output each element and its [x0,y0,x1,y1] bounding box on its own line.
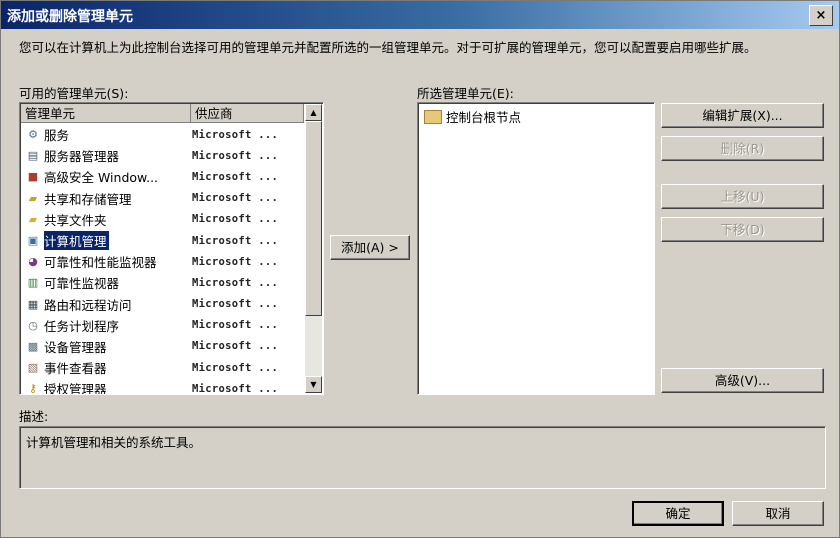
shared-folder-icon: ▰ [28,191,38,205]
column-header-vendor[interactable]: 供应商 [191,104,304,123]
snapin-name: 共享文件夹 [44,212,107,228]
description-label: 描述: [19,409,49,424]
scroll-thumb[interactable] [305,121,322,316]
list-item[interactable]: ▦ 路由和远程访问 Microsoft ... [21,294,304,315]
snapin-name: 服务 [44,128,70,144]
snapin-name: 任务计划程序 [44,318,120,334]
list-header: 管理单元 供应商 [21,104,304,123]
scroll-down-button[interactable]: ▼ [305,376,322,393]
snapin-vendor: Microsoft ... [192,319,279,332]
list-item[interactable]: ▰ 共享和存储管理 Microsoft ... [21,188,304,209]
key-icon: ⚷ [28,382,38,395]
title-bar[interactable]: 添加或删除管理单元 × [1,1,839,29]
gear-icon: ⚙ [28,128,38,142]
description-box: 计算机管理和相关的系统工具。 [19,426,826,489]
snapin-name: 事件查看器 [44,361,107,377]
server-icon: ▤ [27,149,39,163]
snapin-vendor: Microsoft ... [192,361,279,374]
list-item[interactable]: ▥ 可靠性监视器 Microsoft ... [21,272,304,293]
snapin-vendor: Microsoft ... [192,340,279,353]
advanced-button[interactable]: 高级(V)... [661,368,824,393]
snapin-name: 授权管理器 [44,382,107,395]
snapin-vendor: Microsoft ... [192,255,279,268]
computer-management-icon: ▣ [27,234,39,248]
description-text: 计算机管理和相关的系统工具。 [26,435,202,450]
clock-icon: ◷ [28,318,38,332]
snapin-vendor: Microsoft ... [192,149,279,162]
snapin-name: 可靠性和性能监视器 [44,255,157,271]
snapin-vendor: Microsoft ... [192,382,279,395]
list-item[interactable]: ▩ 设备管理器 Microsoft ... [21,336,304,357]
list-item-label: 控制台根节点 [446,110,522,125]
available-snapins-list[interactable]: 管理单元 供应商 ⚙ 服务 Microsoft ... ▤ 服务器管理器 Microsof… [19,102,324,395]
remove-button[interactable]: 删除(R) [661,136,824,161]
folder-share-icon: ▰ [28,212,38,226]
available-rows: ⚙ 服务 Microsoft ... ▤ 服务器管理器 Microsoft ... ■ 高级安… [21,124,304,395]
snapin-vendor: Microsoft ... [192,170,279,183]
list-item[interactable]: ▣ 计算机管理 Microsoft ... [21,230,304,251]
move-down-button[interactable]: 下移(D) [661,217,824,242]
add-button[interactable]: 添加(A) > [330,235,410,260]
list-item[interactable]: ▧ 事件查看器 Microsoft ... [21,357,304,378]
snapin-name: 可靠性监视器 [44,276,120,292]
cancel-button[interactable]: 取消 [732,501,824,526]
snapin-name: 共享和存储管理 [44,191,132,207]
snapin-vendor: Microsoft ... [192,234,279,247]
list-item-console-root[interactable]: 控制台根节点 [424,107,521,126]
snapin-name: 计算机管理 [44,231,109,251]
ok-button[interactable]: 确定 [632,501,724,526]
list-item[interactable]: ⚷ 授权管理器 Microsoft ... [21,378,304,395]
scroll-up-button[interactable]: ▲ [305,104,322,121]
firewall-icon: ■ [27,170,39,184]
snapin-name: 路由和远程访问 [44,297,132,313]
intro-text: 您可以在计算机上为此控制台选择可用的管理单元并配置所选的一组管理单元。对于可扩展… [19,40,757,55]
window-title: 添加或删除管理单元 [7,9,133,25]
add-remove-snapins-dialog: 添加或删除管理单元 × 您可以在计算机上为此控制台选择可用的管理单元并配置所选的… [0,0,840,538]
snapin-vendor: Microsoft ... [192,298,279,311]
network-icon: ▦ [27,297,39,311]
event-log-icon: ▧ [27,361,39,375]
list-item[interactable]: ◷ 任务计划程序 Microsoft ... [21,315,304,336]
move-up-button[interactable]: 上移(U) [661,184,824,209]
chart-icon: ▥ [27,276,39,290]
folder-icon [424,109,442,124]
device-icon: ▩ [27,339,39,353]
snapin-name: 服务器管理器 [44,149,120,165]
snapin-vendor: Microsoft ... [192,213,279,226]
list-item[interactable]: ⚙ 服务 Microsoft ... [21,124,304,145]
available-snapins-label: 可用的管理单元(S): [19,86,129,101]
snapin-vendor: Microsoft ... [192,128,279,141]
monitor-gauge-icon: ◕ [28,255,38,269]
edit-extensions-button[interactable]: 编辑扩展(X)... [661,103,824,128]
selected-snapins-label: 所选管理单元(E): [417,86,514,101]
list-item[interactable]: ▰ 共享文件夹 Microsoft ... [21,209,304,230]
selected-snapins-list[interactable]: 控制台根节点 [417,102,655,395]
snapin-name: 高级安全 Window... [44,170,159,186]
close-button[interactable]: × [809,5,833,26]
snapin-vendor: Microsoft ... [192,192,279,205]
column-header-snapin[interactable]: 管理单元 [21,104,191,123]
list-item[interactable]: ■ 高级安全 Window... Microsoft ... [21,166,304,187]
list-item[interactable]: ▤ 服务器管理器 Microsoft ... [21,145,304,166]
snapin-name: 设备管理器 [44,339,107,355]
list-item[interactable]: ◕ 可靠性和性能监视器 Microsoft ... [21,251,304,272]
snapin-vendor: Microsoft ... [192,276,279,289]
vertical-scrollbar[interactable]: ▲ ▼ [305,104,322,393]
